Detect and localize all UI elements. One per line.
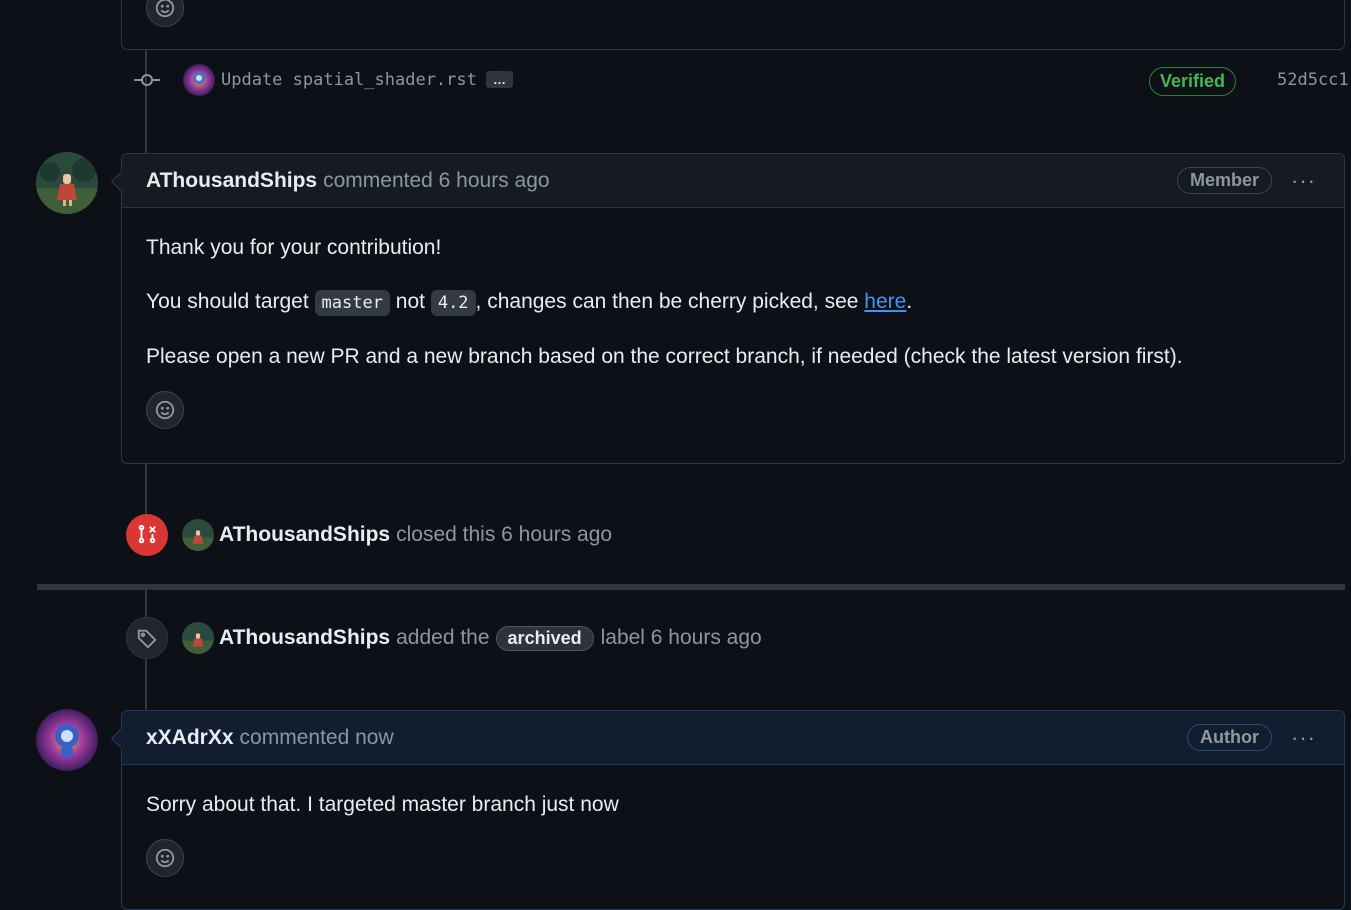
athousandships-avatar[interactable] [182, 519, 214, 551]
comment-card: AThousandShips commented 6 hours ago Mem… [110, 153, 1345, 464]
comment-card: xXAdrXx commented now Author ··· Sorry a… [110, 710, 1345, 910]
here-link[interactable]: here [864, 290, 906, 313]
comment-body: Sorry about that. I targeted master bran… [122, 765, 1344, 878]
commit-author-avatar[interactable] [183, 64, 215, 96]
timeline-line [145, 656, 147, 710]
timeline-line [145, 50, 147, 154]
git-commit-icon [134, 74, 160, 86]
more-options-icon[interactable]: ··· [1291, 168, 1316, 194]
athousandships-avatar[interactable] [36, 152, 98, 214]
timeline-divider [37, 584, 1345, 590]
inline-code: master [314, 290, 390, 317]
event-author-link[interactable]: AThousandShips [219, 626, 390, 650]
previous-comment-card [121, 0, 1345, 50]
commit-message-link[interactable]: Update spatial_shader.rst [221, 70, 477, 90]
author-badge: Author [1187, 724, 1272, 751]
comment-paragraph: Thank you for your contribution! [146, 236, 442, 259]
comment-author-link[interactable]: xXAdrXx [146, 726, 234, 750]
comment-timestamp[interactable]: commented now [240, 726, 394, 750]
add-reaction-button[interactable] [146, 391, 184, 430]
comment-author-link[interactable]: AThousandShips [146, 169, 317, 193]
event-author-link[interactable]: AThousandShips [219, 523, 390, 547]
comment-paragraph: Please open a new PR and a new branch ba… [146, 344, 1183, 368]
smiley-icon [155, 849, 175, 868]
add-reaction-button[interactable] [146, 0, 184, 27]
smiley-icon [155, 0, 175, 18]
expand-commit-button[interactable]: … [486, 71, 513, 88]
athousandships-avatar[interactable] [182, 622, 214, 654]
closed-event: AThousandShips closed this 6 hours ago [126, 514, 612, 556]
xxadrxx-avatar[interactable] [36, 709, 98, 771]
smiley-icon [155, 400, 175, 420]
comment-timestamp[interactable]: commented 6 hours ago [323, 169, 549, 193]
archived-label[interactable]: archived [495, 625, 594, 651]
event-text: label 6 hours ago [600, 626, 762, 649]
comment-body: Thank you for your contribution! You sho… [122, 208, 1344, 430]
add-reaction-button[interactable] [146, 839, 184, 878]
label-event: AThousandShips added the archived label … [126, 617, 762, 659]
event-text: closed this 6 hours ago [396, 523, 613, 546]
member-badge: Member [1176, 167, 1272, 194]
comment-header: AThousandShips commented 6 hours ago Mem… [110, 154, 1344, 208]
verified-badge[interactable]: Verified [1149, 67, 1237, 96]
tag-icon [126, 617, 168, 659]
inline-code: 4.2 [430, 290, 476, 317]
git-pull-request-closed-icon [126, 514, 168, 556]
comment-header: xXAdrXx commented now Author ··· [110, 711, 1344, 765]
comment-paragraph: You should target master not 4.2, change… [146, 288, 1320, 317]
commit-sha-link[interactable]: 52d5cc1 [1277, 70, 1349, 90]
event-text: added the [396, 626, 490, 649]
comment-paragraph: Sorry about that. I targeted master bran… [146, 793, 619, 816]
more-options-icon[interactable]: ··· [1291, 725, 1316, 751]
